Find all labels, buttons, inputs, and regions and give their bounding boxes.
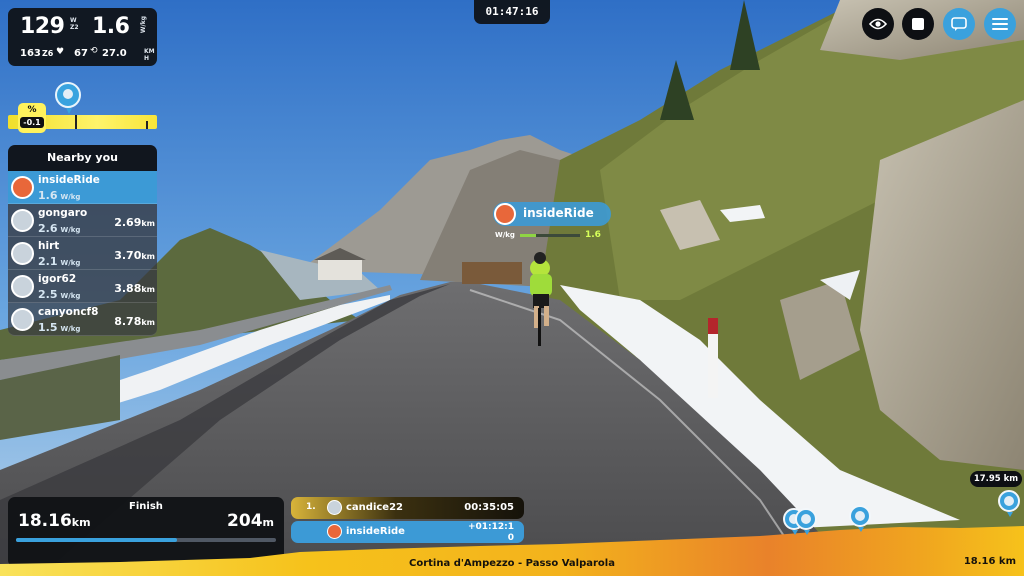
wkg-unit: W/kg <box>60 226 81 234</box>
leaderboard-time: 00:35:05 <box>464 502 514 513</box>
rider-overlay-wkg-value: 1.6 <box>585 230 601 240</box>
nearby-riders-panel: Nearby you insideRide 1.6 W/kg gongaro 2.… <box>8 145 157 336</box>
grade-value: -0.1 <box>20 117 44 128</box>
nearby-row-me[interactable]: insideRide 1.6 W/kg <box>8 171 157 204</box>
cadence-icon: ⟲ <box>90 46 98 56</box>
rider-overlay-wkg-label: W/kg <box>495 231 515 239</box>
stop-ride-button[interactable] <box>902 8 934 40</box>
avatar <box>11 242 34 265</box>
nearby-row[interactable]: canyoncf8 1.5 W/kg 8.78km <box>8 303 157 336</box>
power-value: 129 <box>20 14 65 39</box>
rider-avatar-icon <box>63 89 73 99</box>
rider-marker-pin <box>849 505 871 532</box>
wkg-unit: W/kg <box>60 193 81 201</box>
menu-button[interactable] <box>984 8 1016 40</box>
wkg-unit: W/kg <box>60 292 81 300</box>
chat-icon <box>951 16 967 31</box>
power-zone: Z2 <box>70 24 79 31</box>
rider-overlay-wkg-fill <box>520 234 536 237</box>
chat-button[interactable] <box>943 8 975 40</box>
wkg-unit: W/kg <box>60 259 81 267</box>
rider-avatar-icon <box>801 514 811 524</box>
wkg-unit: W/kg <box>140 16 147 34</box>
rider-distance: 3.88 <box>114 282 142 295</box>
wkg-unit: W/kg <box>60 325 81 333</box>
avatar <box>11 176 34 199</box>
nearby-row[interactable]: gongaro 2.6 W/kg 2.69km <box>8 204 157 237</box>
leaderboard-rank: 1. <box>306 502 316 512</box>
speed-value: 27.0 <box>102 48 127 59</box>
rider-marker-pin <box>795 508 817 535</box>
rider-position-pin <box>55 82 81 114</box>
distance-unit: km <box>141 252 155 261</box>
rider-distance: 8.78 <box>114 315 142 328</box>
grade-label: % <box>27 105 37 115</box>
rider-name-tag: insideRide <box>493 202 611 226</box>
elapsed-timer: 01:47:16 <box>474 0 550 24</box>
rider-name: canyoncf8 <box>38 306 99 318</box>
heart-icon: ♥ <box>56 47 65 57</box>
rider-wkg: 1.6 <box>38 189 58 202</box>
ride-stats-panel: 129 W Z2 1.6 W/kg 163 Z6 ♥ 67 ⟲ 27.0 KM … <box>8 8 157 66</box>
speed-unit-bottom: H <box>144 55 150 62</box>
grade-badge: % -0.1 <box>18 103 46 133</box>
rider-marker-pin <box>998 490 1020 517</box>
rider-wkg: 2.1 <box>38 255 58 268</box>
rider-distance: 3.70 <box>114 249 142 262</box>
rider-wkg: 2.5 <box>38 288 58 301</box>
nearby-row[interactable]: igor62 2.5 W/kg 3.88km <box>8 270 157 303</box>
stop-icon <box>912 18 924 30</box>
rider-name: hirt <box>38 240 60 252</box>
grade-strip-marker <box>75 115 77 129</box>
avatar <box>11 308 34 331</box>
avatar <box>11 209 34 232</box>
rider-overlay-name: insideRide <box>523 206 594 220</box>
eye-icon <box>869 18 887 30</box>
rider-overlay-label: insideRide W/kg 1.6 <box>493 200 611 244</box>
rider-wkg: 1.5 <box>38 321 58 334</box>
grade-strip-marker <box>146 121 148 129</box>
rider-distance: 2.69 <box>114 216 142 229</box>
rider-overlay-wkg-bar <box>520 234 580 237</box>
avatar <box>327 500 342 515</box>
rider-avatar-icon <box>855 511 865 521</box>
speed-unit-top: KM <box>144 48 155 55</box>
menu-icon <box>992 18 1008 30</box>
rider-wkg: 2.6 <box>38 222 58 235</box>
power-unit: W <box>70 17 77 24</box>
view-toggle-button[interactable] <box>862 8 894 40</box>
rider-name: igor62 <box>38 273 77 285</box>
cadence-value: 67 <box>74 48 88 59</box>
nearby-row[interactable]: hirt 2.1 W/kg 3.70km <box>8 237 157 270</box>
distance-unit: km <box>141 285 155 294</box>
distance-unit: km <box>141 219 155 228</box>
leaderboard-name: candice22 <box>346 502 404 513</box>
nearby-title: Nearby you <box>8 145 157 171</box>
route-total-distance: 18.16 km <box>963 556 1016 567</box>
avatar <box>494 203 516 225</box>
heart-rate-value: 163 <box>20 48 41 59</box>
rider-name: insideRide <box>38 174 100 186</box>
avatar <box>11 275 34 298</box>
distance-unit: km <box>141 318 155 327</box>
route-name: Cortina d'Ampezzo - Passo Valparola <box>409 558 615 569</box>
marker-distance-tag: 17.95 km <box>970 471 1022 487</box>
leaderboard-row-leader[interactable]: 1. candice22 00:35:05 <box>291 497 524 519</box>
rider-name: gongaro <box>38 207 88 219</box>
hr-zone: Z6 <box>42 49 54 58</box>
rider-avatar-icon <box>1004 496 1014 506</box>
wkg-value: 1.6 <box>92 14 130 39</box>
